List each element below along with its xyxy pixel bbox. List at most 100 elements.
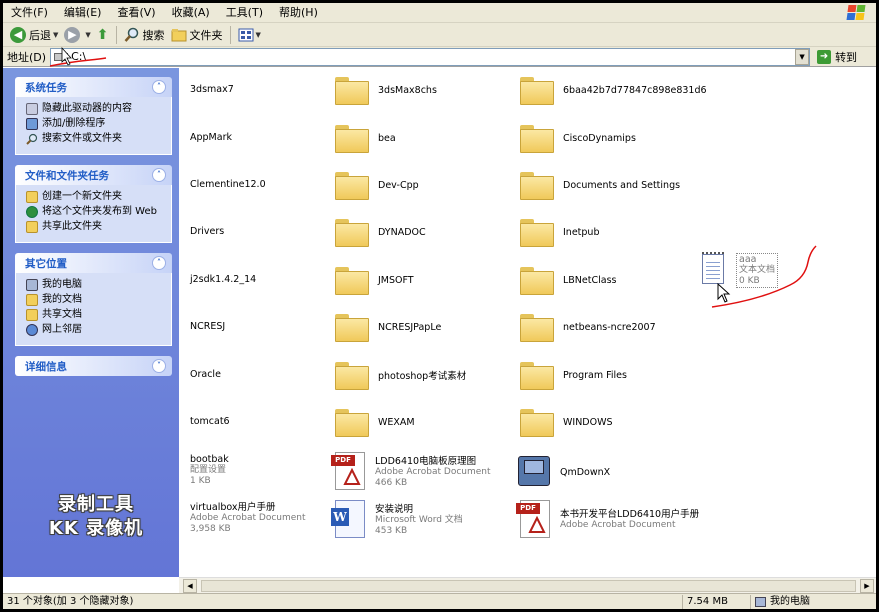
network-places-link[interactable]: 网上邻居	[26, 324, 167, 336]
watermark-line-2: KK 录像机	[48, 518, 144, 539]
file-item[interactable]: virtualbox用户手册 Adobe Acrobat Document 3,…	[190, 502, 306, 535]
search-icon	[124, 27, 138, 42]
up-button[interactable]: ⬆	[94, 25, 112, 45]
file-size: 466 KB	[375, 477, 408, 488]
my-documents-link[interactable]: 我的文档	[26, 294, 167, 306]
folder-icon	[335, 265, 369, 295]
folder-item[interactable]: 3dsmax7	[190, 84, 234, 95]
file-item[interactable]: W 安装说明 Microsoft Word 文档 453 KB	[331, 500, 463, 540]
folder-name: bea	[378, 132, 396, 144]
folder-item[interactable]: JMSOFT	[335, 265, 414, 295]
expand-icon[interactable]: ˅	[152, 359, 166, 373]
other-places-body: 我的电脑 我的文档 共享文档 网上邻居	[15, 273, 172, 346]
folder-item[interactable]: LBNetClass	[520, 265, 616, 295]
collapse-icon[interactable]: ˄	[152, 80, 166, 94]
folder-name: Oracle	[190, 369, 221, 380]
search-button[interactable]: 搜索	[121, 25, 168, 45]
menu-tools[interactable]: 工具(T)	[218, 3, 271, 23]
file-size: 3,958 KB	[190, 524, 231, 534]
file-item-aaa[interactable]: aaa 文本文档 0 KB	[700, 252, 779, 288]
folder-item[interactable]: Clementine12.0	[190, 179, 266, 190]
shared-documents-icon	[26, 309, 38, 321]
up-folder-icon: ⬆	[96, 26, 109, 43]
folder-item[interactable]: NCRESJ	[190, 321, 225, 332]
details-title: 详细信息	[25, 360, 67, 373]
file-size: 0 KB	[739, 275, 760, 286]
my-documents-label: 我的文档	[42, 294, 82, 305]
file-tasks-header[interactable]: 文件和文件夹任务 ˄	[15, 165, 172, 185]
folder-icon	[520, 265, 554, 295]
search-files-link[interactable]: 搜索文件或文件夹	[26, 133, 167, 145]
my-computer-link[interactable]: 我的电脑	[26, 279, 167, 291]
go-button[interactable]: ➜ 转到	[817, 49, 857, 65]
folder-name: 3dsMax8chs	[378, 84, 437, 96]
folder-item[interactable]: DYNADOC	[335, 217, 426, 247]
folder-item[interactable]: tomcat6	[190, 416, 230, 427]
system-tasks-header[interactable]: 系统任务 ˄	[15, 77, 172, 97]
address-input[interactable]: C:\	[50, 47, 811, 66]
folder-icon	[520, 217, 554, 247]
add-remove-programs-link[interactable]: 添加/删除程序	[26, 118, 167, 130]
menu-edit[interactable]: 编辑(E)	[56, 3, 110, 23]
forward-button[interactable]: ▶ ▼	[61, 25, 93, 45]
scroll-thumb[interactable]	[201, 580, 856, 592]
add-remove-programs-icon	[26, 118, 38, 130]
menu-view[interactable]: 查看(V)	[109, 3, 163, 23]
folder-name: j2sdk1.4.2_14	[190, 274, 257, 285]
file-item[interactable]: PDF 本书开发平台LDD6410用户手册 Adobe Acrobat Docu…	[516, 500, 700, 540]
folder-item[interactable]: WEXAM	[335, 407, 415, 437]
folder-item[interactable]: Drivers	[190, 226, 224, 237]
menu-help[interactable]: 帮助(H)	[271, 3, 326, 23]
my-computer-icon	[26, 279, 38, 291]
file-item[interactable]: QmDownX	[516, 452, 610, 492]
other-places-header[interactable]: 其它位置 ˄	[15, 253, 172, 273]
folder-item[interactable]: Oracle	[190, 369, 221, 380]
details-header[interactable]: 详细信息 ˅	[15, 356, 172, 376]
file-item[interactable]: bootbak 配置设置 1 KB	[190, 454, 229, 487]
new-folder-link[interactable]: 创建一个新文件夹	[26, 191, 167, 203]
shared-documents-link[interactable]: 共享文档	[26, 309, 167, 321]
file-name: 安装说明	[375, 503, 414, 515]
folder-item[interactable]: AppMark	[190, 132, 232, 143]
scroll-right-button[interactable]: ▶	[860, 579, 874, 593]
file-name: 本书开发平台LDD6410用户手册	[560, 509, 700, 520]
folder-item[interactable]: 6baa42b7d77847c898e831d6	[520, 75, 707, 105]
pdf-icon: PDF	[331, 452, 367, 492]
folder-name: tomcat6	[190, 416, 230, 427]
folder-name: Inetpub	[563, 226, 600, 238]
folder-item[interactable]: j2sdk1.4.2_14	[190, 274, 256, 285]
menu-file[interactable]: 文件(F)	[3, 3, 56, 23]
go-label: 转到	[835, 50, 858, 64]
share-folder-link[interactable]: 共享此文件夹	[26, 221, 167, 233]
folder-item[interactable]: Dev-Cpp	[335, 170, 419, 200]
folder-item[interactable]: Inetpub	[520, 217, 599, 247]
folder-item[interactable]: 3dsMax8chs	[335, 75, 437, 105]
folder-item[interactable]: NCRESJPapLe	[335, 312, 441, 342]
install-details: 安装说明 Microsoft Word 文档 453 KB	[375, 504, 463, 537]
folder-item[interactable]: netbeans-ncre2007	[520, 312, 656, 342]
folders-button[interactable]: 文件夹	[168, 25, 226, 45]
file-tasks-panel: 文件和文件夹任务 ˄ 创建一个新文件夹 将这个文件夹发布到 Web 共享此文件夹	[15, 165, 172, 243]
scroll-left-button[interactable]: ◀	[183, 579, 197, 593]
new-folder-icon	[26, 191, 38, 203]
folder-name: NCRESJ	[190, 321, 226, 332]
folder-icon	[520, 312, 554, 342]
views-button[interactable]: ▼	[235, 25, 264, 45]
folder-item[interactable]: photoshop考试素材	[335, 360, 466, 390]
globe-icon	[26, 206, 38, 218]
folder-item[interactable]: CiscoDynamips	[520, 123, 636, 153]
folder-name: CiscoDynamips	[563, 132, 636, 144]
folder-item[interactable]: WINDOWS	[520, 407, 613, 437]
folder-item[interactable]: Program Files	[520, 360, 627, 390]
collapse-icon[interactable]: ˄	[152, 168, 166, 182]
hide-drive-contents-link[interactable]: 隐藏此驱动器的内容	[26, 103, 167, 115]
folder-item[interactable]: bea	[335, 123, 396, 153]
horizontal-scrollbar[interactable]: ◀ ▶	[179, 577, 876, 593]
file-item[interactable]: PDF LDD6410电脑板原理图 Adobe Acrobat Document…	[331, 452, 491, 492]
back-button[interactable]: ◀ 后退 ▼	[7, 25, 61, 45]
collapse-icon[interactable]: ˄	[152, 256, 166, 270]
folder-item[interactable]: Documents and Settings	[520, 170, 680, 200]
publish-web-link[interactable]: 将这个文件夹发布到 Web	[26, 206, 167, 218]
menu-favorites[interactable]: 收藏(A)	[164, 3, 218, 23]
address-dropdown-button[interactable]: ▼	[795, 48, 810, 65]
